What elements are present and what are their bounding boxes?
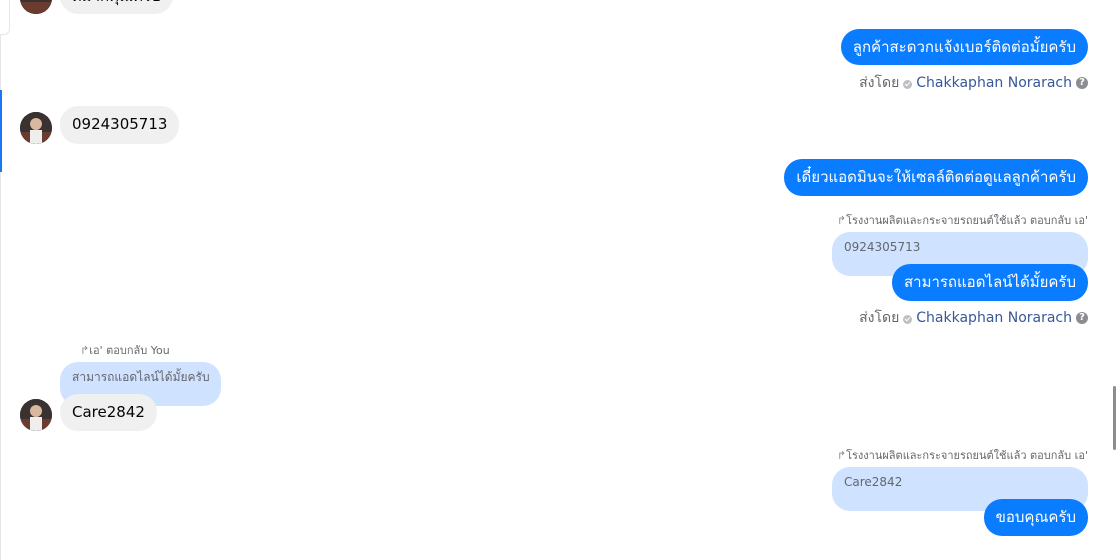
reply-context-text: โรงงานผลิตและกระจายรถยนต์ใช้แล้ว ตอบกลับ…: [846, 214, 1088, 227]
reply-context: ↱โรงงานผลิตและกระจายรถยนต์ใช้แล้ว ตอบกลั…: [837, 211, 1088, 229]
message-outgoing-admin-followup[interactable]: เดี๋ยวแอดมินจะให้เซลล์ติดต่อดูแลลูกค้าคร…: [784, 159, 1088, 196]
message-incoming-phone[interactable]: 0924305713: [60, 106, 180, 144]
conversation-left-border: [0, 0, 1, 560]
reply-icon: ↱: [80, 344, 90, 357]
sent-by-label: ส่งโดย: [859, 310, 900, 326]
reply-context: ↱โรงงานผลิตและกระจายรถยนต์ใช้แล้ว ตอบกลั…: [837, 446, 1088, 464]
message-incoming-partial[interactable]: ดีมากคุณครับ: [60, 0, 173, 14]
reply-context-text: เอ' ตอบกลับ You: [89, 344, 170, 357]
sender-name-link[interactable]: Chakkaphan Norarach: [916, 310, 1072, 326]
check-icon: [903, 314, 913, 324]
scrollbar-thumb[interactable]: [1113, 386, 1116, 450]
contact-avatar[interactable]: [20, 112, 52, 144]
reply-context-text: โรงงานผลิตและกระจายรถยนต์ใช้แล้ว ตอบกลับ…: [846, 449, 1088, 462]
reply-icon: ↱: [836, 214, 847, 227]
sent-by-line: ส่งโดย Chakkaphan Norarach ?: [859, 307, 1088, 329]
message-outgoing-contact-request[interactable]: ลูกค้าสะดวกแจ้งเบอร์ติดต่อมั้ยครับ: [840, 29, 1088, 65]
selection-accent-bar: [0, 90, 2, 172]
sent-by-line: ส่งโดย Chakkaphan Norarach ?: [859, 72, 1088, 94]
message-incoming-line-id[interactable]: Care2842: [60, 394, 157, 431]
reply-icon: ↱: [836, 449, 847, 462]
help-icon[interactable]: ?: [1076, 312, 1088, 324]
message-outgoing-line-request[interactable]: สามารถแอดไลน์ได้มั้ยครับ: [891, 264, 1088, 301]
contact-avatar[interactable]: [20, 399, 52, 431]
collapsed-side-panel[interactable]: [0, 0, 10, 35]
reply-context: ↱เอ' ตอบกลับ You: [80, 341, 170, 359]
help-icon[interactable]: ?: [1076, 77, 1088, 89]
check-icon: [903, 79, 913, 89]
sent-by-label: ส่งโดย: [859, 75, 900, 91]
message-outgoing-thanks[interactable]: ขอบคุณครับ: [983, 499, 1088, 536]
contact-avatar[interactable]: [20, 0, 52, 14]
sender-name-link[interactable]: Chakkaphan Norarach: [916, 75, 1072, 91]
